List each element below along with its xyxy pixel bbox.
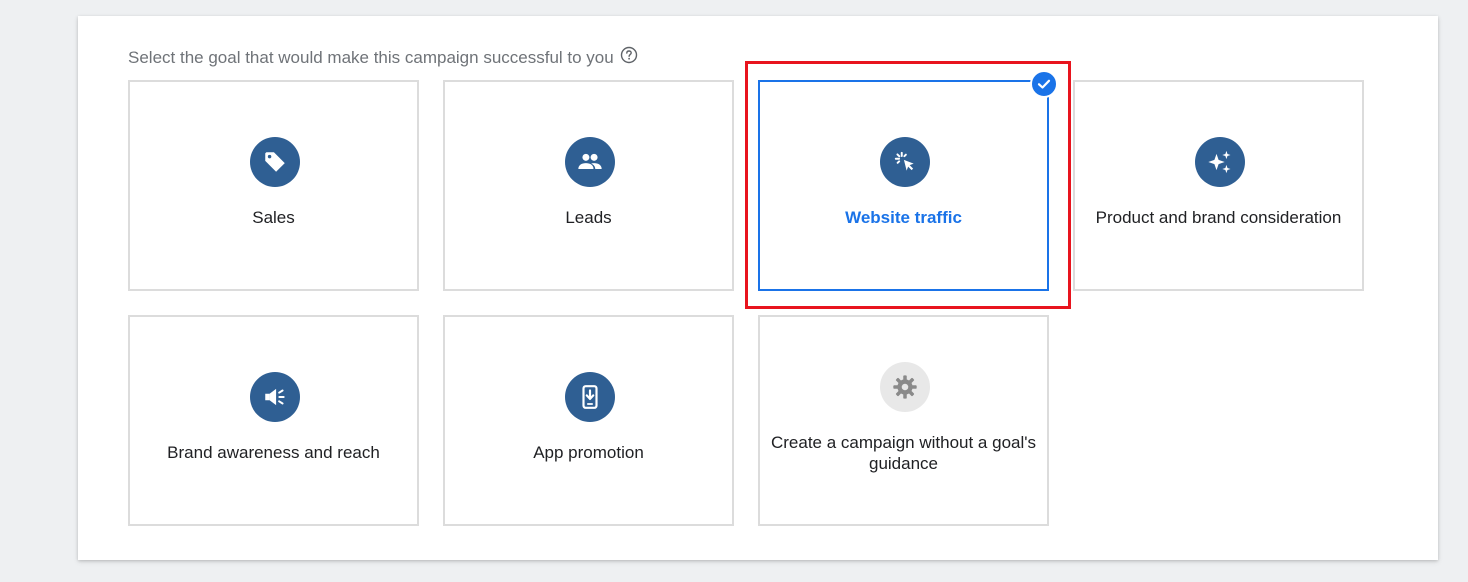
goal-prompt: Select the goal that would make this cam…	[128, 46, 638, 68]
phone-download-icon	[565, 372, 615, 422]
goal-card-sales[interactable]: Sales	[128, 80, 419, 291]
goal-card-app-promotion[interactable]: App promotion	[443, 315, 734, 526]
goal-label: Leads	[565, 208, 612, 227]
sparkles-icon	[1195, 137, 1245, 187]
goal-label: Sales	[252, 208, 295, 227]
goal-label: Website traffic	[845, 208, 962, 227]
goal-card-product-brand-consideration[interactable]: Product and brand consideration	[1073, 80, 1364, 291]
goal-card-leads[interactable]: Leads	[443, 80, 734, 291]
selected-check-icon	[1030, 70, 1058, 98]
goal-selection-panel: Select the goal that would make this cam…	[78, 16, 1438, 560]
goal-card-no-goal-guidance[interactable]: Create a campaign without a goal's guida…	[758, 315, 1049, 526]
gear-icon	[880, 362, 930, 412]
goal-label: Create a campaign without a goal's guida…	[770, 433, 1036, 473]
goal-prompt-text: Select the goal that would make this cam…	[128, 48, 614, 67]
goal-card-website-traffic[interactable]: Website traffic	[758, 70, 1058, 291]
people-icon	[565, 137, 615, 187]
cursor-click-icon	[880, 137, 930, 187]
goal-label: Brand awareness and reach	[167, 443, 380, 462]
goal-label: Product and brand consideration	[1095, 208, 1342, 227]
goal-label: App promotion	[533, 443, 644, 462]
tag-icon	[250, 137, 300, 187]
goal-card-brand-awareness-reach[interactable]: Brand awareness and reach	[128, 315, 419, 526]
megaphone-icon	[250, 372, 300, 422]
help-circle-icon[interactable]	[620, 46, 638, 64]
